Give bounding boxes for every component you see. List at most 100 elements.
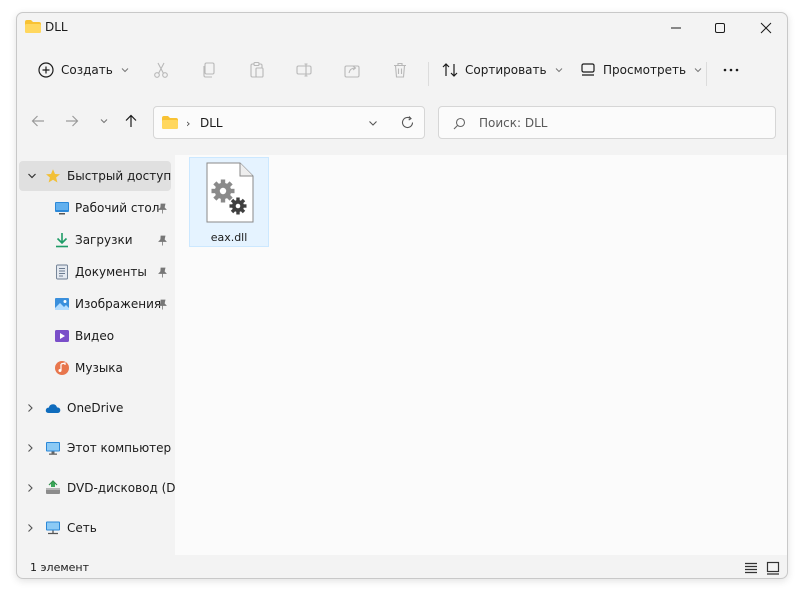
search-icon	[453, 117, 466, 130]
search-box[interactable]: Поиск: DLL	[438, 106, 776, 139]
sidebar-item-label: OneDrive	[67, 401, 124, 415]
sidebar-item-label: Сеть	[67, 521, 97, 535]
star-icon	[46, 169, 60, 183]
address-bar[interactable]: › DLL	[153, 106, 425, 139]
chevron-down-icon	[121, 68, 129, 73]
breadcrumb-chevron: ›	[186, 117, 191, 130]
navigation-bar: › DLL Поиск: DLL	[17, 101, 787, 141]
sidebar-item-this-pc[interactable]: Этот компьютер	[17, 433, 175, 463]
trash-icon	[394, 62, 406, 78]
file-name: eax.dll	[210, 231, 248, 244]
chevron-right-icon	[28, 524, 33, 532]
sidebar-item-downloads[interactable]: Загрузки	[17, 225, 175, 255]
folder-icon	[162, 116, 178, 129]
documents-icon	[56, 264, 68, 280]
up-button[interactable]	[120, 110, 142, 132]
view-icon	[581, 63, 595, 76]
sort-label: Сортировать	[465, 63, 547, 77]
sidebar-item-label: DVD-дисковод (D:)	[67, 481, 185, 495]
forward-button[interactable]	[61, 110, 83, 132]
sidebar-item-videos[interactable]: Видео	[17, 321, 175, 351]
rename-button[interactable]	[292, 58, 316, 82]
folder-icon	[25, 20, 41, 33]
file-list[interactable]: eax.dll	[175, 155, 787, 555]
sidebar-item-network[interactable]: Сеть	[17, 513, 175, 543]
title-bar: DLL	[17, 13, 787, 43]
arrow-right-icon	[66, 115, 79, 127]
sidebar-item-documents[interactable]: Документы	[17, 257, 175, 287]
desktop-icon	[55, 202, 69, 215]
sidebar-item-label: Музыка	[75, 361, 123, 375]
network-icon	[46, 521, 60, 535]
sidebar-item-quick-access[interactable]: Быстрый доступ	[19, 161, 171, 191]
sidebar-item-pictures[interactable]: Изображения	[17, 289, 175, 319]
arrow-up-icon	[125, 114, 137, 127]
paste-icon	[250, 61, 264, 78]
separator	[428, 62, 429, 86]
large-icons-view-icon[interactable]	[765, 560, 781, 576]
chevron-right-icon	[28, 444, 33, 452]
separator	[706, 62, 707, 86]
sidebar-item-dvd-drive[interactable]: DVD-дисковод (D:)	[17, 473, 184, 503]
recent-locations-button[interactable]	[93, 110, 115, 132]
breadcrumb-dll[interactable]: DLL	[200, 116, 223, 130]
copy-button[interactable]	[197, 58, 221, 82]
file-item[interactable]: eax.dll	[189, 157, 269, 247]
view-label: Просмотреть	[603, 63, 687, 77]
search-placeholder: Поиск: DLL	[479, 116, 548, 130]
video-icon	[55, 330, 69, 342]
item-count: 1 элемент	[30, 561, 89, 574]
chevron-down-icon	[555, 68, 562, 73]
music-icon	[55, 361, 69, 375]
sidebar-item-music[interactable]: Музыка	[17, 353, 175, 383]
window-title: DLL	[45, 20, 68, 34]
sidebar-item-label: Загрузки	[75, 233, 133, 247]
chevron-down-icon	[28, 173, 36, 179]
command-bar: Создать Сортировать Просмотреть	[17, 48, 787, 92]
dll-settings-icon	[206, 162, 254, 223]
sidebar-item-label: Видео	[75, 329, 115, 343]
close-icon	[760, 22, 772, 34]
sort-icon	[442, 63, 458, 77]
close-button[interactable]	[743, 13, 787, 43]
pin-icon[interactable]	[157, 267, 168, 278]
rename-icon	[296, 63, 312, 77]
pin-icon[interactable]	[157, 299, 168, 310]
pictures-icon	[55, 298, 69, 310]
chevron-down-icon	[694, 68, 702, 73]
status-bar: 1 элемент	[17, 557, 787, 578]
create-button[interactable]: Создать	[37, 56, 129, 84]
share-icon	[344, 65, 360, 78]
sidebar-item-label: Изображения	[75, 297, 162, 311]
share-button[interactable]	[340, 58, 364, 82]
sidebar-item-desktop[interactable]: Рабочий стол	[17, 193, 175, 223]
minimize-button[interactable]	[653, 13, 699, 43]
pin-icon[interactable]	[157, 203, 168, 214]
minimize-icon	[671, 27, 681, 29]
view-button[interactable]: Просмотреть	[579, 56, 702, 84]
pin-icon[interactable]	[157, 235, 168, 246]
sort-button[interactable]: Сортировать	[441, 56, 563, 84]
arrow-left-icon	[31, 115, 44, 127]
maximize-button[interactable]	[697, 13, 743, 43]
refresh-icon[interactable]	[400, 115, 415, 130]
sidebar-item-label: Документы	[75, 265, 147, 279]
paste-button[interactable]	[245, 58, 269, 82]
maximize-icon	[715, 23, 725, 33]
download-icon	[56, 233, 68, 248]
computer-icon	[46, 442, 60, 455]
plus-circle-icon	[38, 62, 54, 78]
explorer-window: DLL Создать Сортировать Просмотреть › DL…	[16, 12, 788, 579]
create-label: Создать	[61, 63, 113, 77]
more-options-button[interactable]	[719, 58, 743, 82]
chevron-down-icon[interactable]	[368, 118, 378, 128]
sidebar-item-label: Этот компьютер	[67, 441, 172, 455]
details-view-icon[interactable]	[743, 560, 759, 576]
delete-button[interactable]	[388, 58, 412, 82]
sidebar-item-onedrive[interactable]: OneDrive	[17, 393, 175, 423]
chevron-down-icon	[100, 119, 108, 124]
sidebar-item-label: Быстрый доступ	[67, 169, 172, 183]
chevron-right-icon	[28, 404, 33, 412]
cut-button[interactable]	[149, 58, 173, 82]
back-button[interactable]	[27, 110, 49, 132]
